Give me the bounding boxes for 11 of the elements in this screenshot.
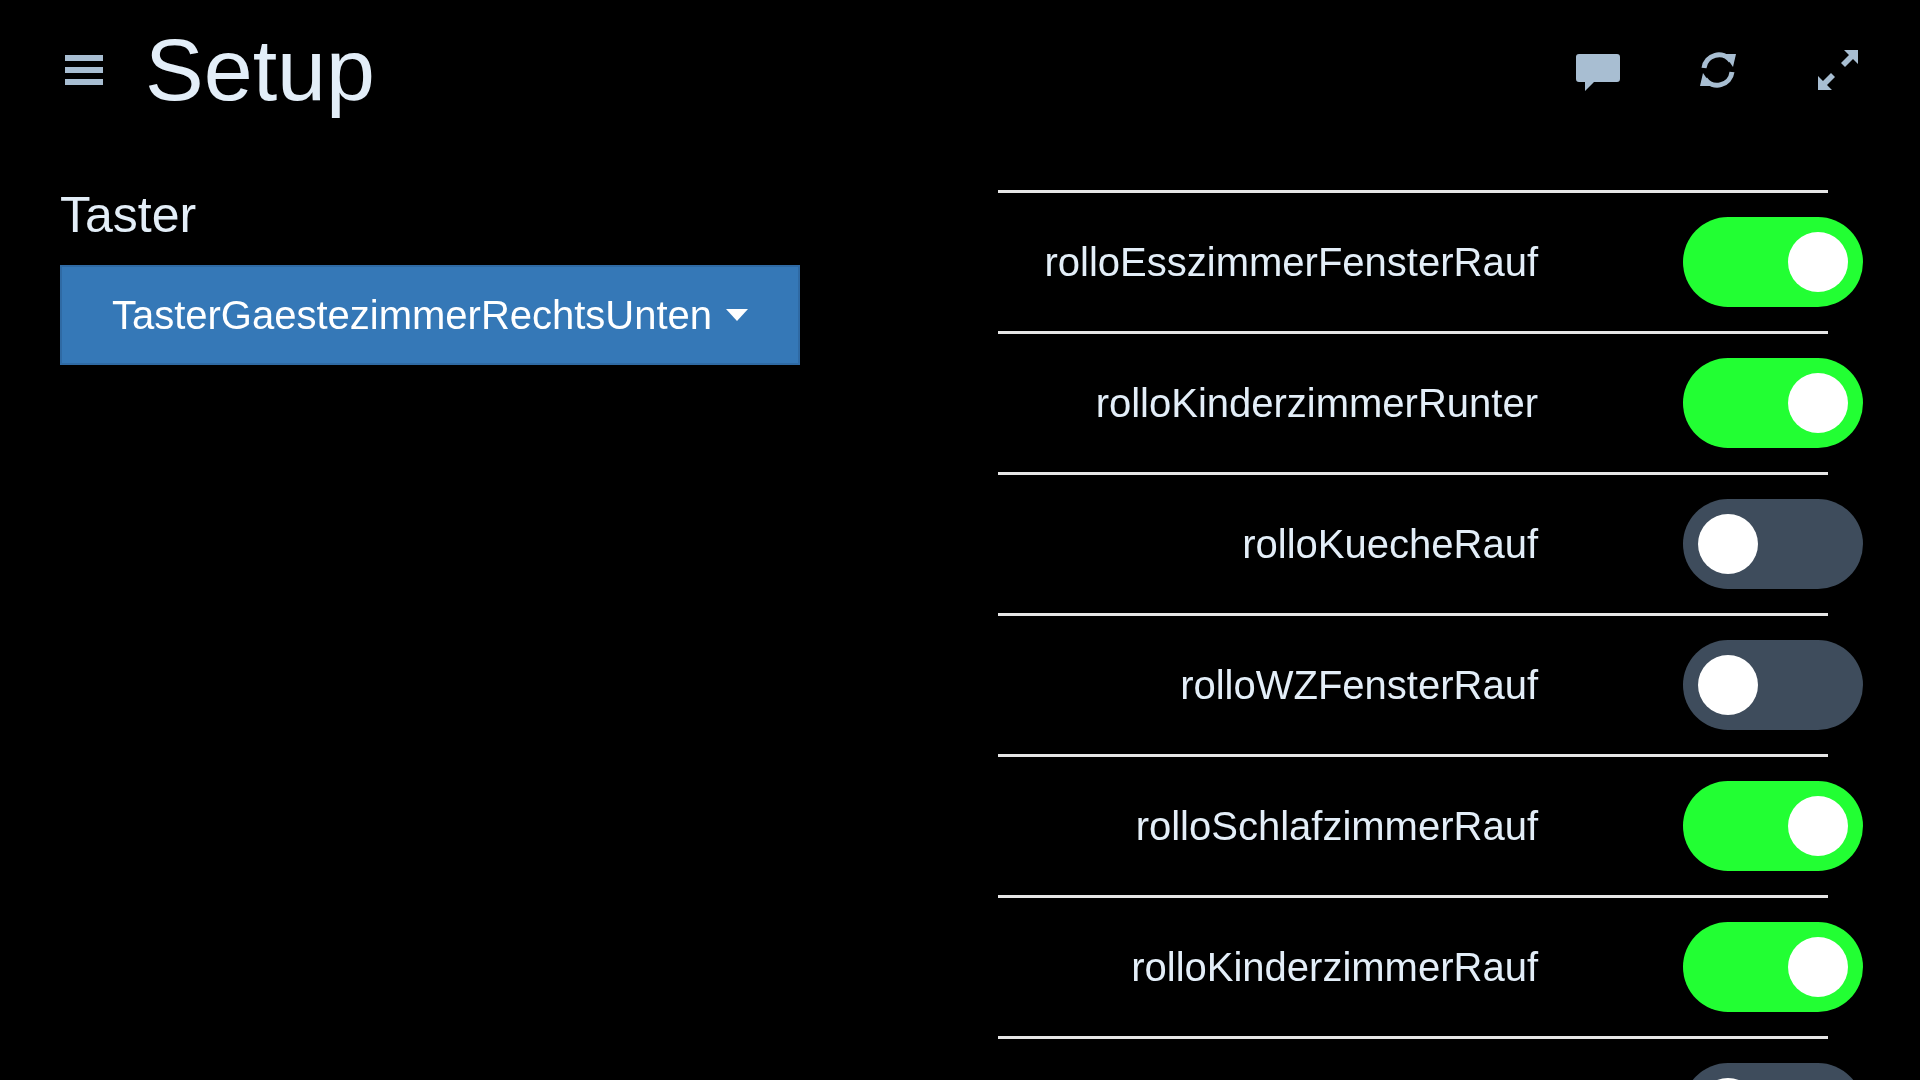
switch-label: rolloWZFensterRauf: [1180, 662, 1538, 709]
menu-icon: [65, 53, 103, 87]
menu-button[interactable]: [65, 53, 103, 87]
dropdown-label: Taster: [60, 188, 198, 243]
caret-icon: [726, 309, 749, 321]
switch-label: rolloSchlafzimmerRauf: [1135, 803, 1538, 850]
dropdown-button[interactable]: TasterGaestezimmerRechtsUnten: [60, 265, 800, 365]
switch-label: rolloEsszimmerFensterRauf: [1044, 239, 1538, 286]
switch-label: rolloKinderzimmerRauf: [1131, 944, 1538, 991]
switch-label: rolloKinderzimmerRunter: [1095, 380, 1538, 427]
switch-label: rolloKuecheRauf: [1242, 521, 1538, 568]
